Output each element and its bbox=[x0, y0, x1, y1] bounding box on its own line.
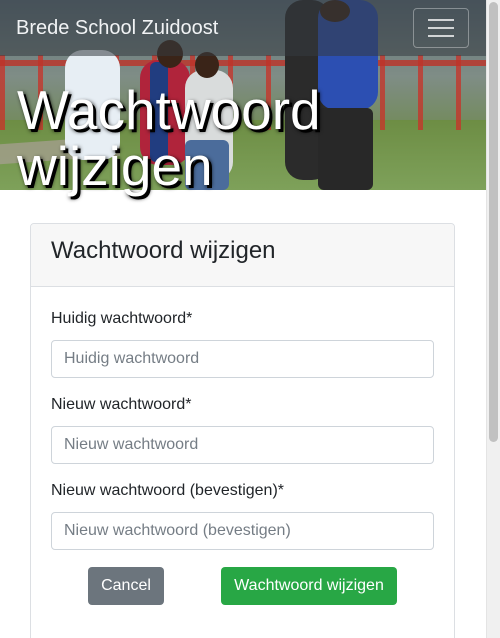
confirm-password-label: Nieuw wachtwoord (bevestigen)* bbox=[51, 482, 284, 499]
brand-link[interactable]: Brede School Zuidoost bbox=[16, 17, 218, 40]
card-title: Wachtwoord wijzigen bbox=[51, 237, 276, 264]
navbar-toggle-button[interactable] bbox=[413, 8, 469, 48]
cancel-button[interactable]: Cancel bbox=[88, 567, 164, 605]
top-navbar: Brede School Zuidoost bbox=[0, 0, 486, 56]
card-header: Wachtwoord wijzigen bbox=[31, 224, 454, 287]
page-scrollbar[interactable] bbox=[486, 0, 500, 638]
scrollbar-thumb[interactable] bbox=[489, 2, 498, 442]
hero-title: Wachtwoord wijzigen bbox=[17, 79, 321, 197]
new-password-label: Nieuw wachtwoord* bbox=[51, 396, 192, 413]
confirm-password-input[interactable] bbox=[51, 512, 434, 550]
current-password-input[interactable] bbox=[51, 340, 434, 378]
new-password-input[interactable] bbox=[51, 426, 434, 464]
change-password-card: Wachtwoord wijzigen Huidig wachtwoord* N… bbox=[30, 223, 455, 638]
current-password-group: Huidig wachtwoord* bbox=[51, 309, 434, 378]
hamburger-menu-icon bbox=[428, 27, 454, 29]
change-password-form: Huidig wachtwoord* Nieuw wachtwoord* Nie… bbox=[31, 287, 454, 627]
change-password-button[interactable]: Wachtwoord wijzigen bbox=[221, 567, 397, 605]
new-password-group: Nieuw wachtwoord* bbox=[51, 395, 434, 464]
hamburger-menu-icon bbox=[428, 19, 454, 21]
confirm-password-group: Nieuw wachtwoord (bevestigen)* bbox=[51, 481, 434, 550]
current-password-label: Huidig wachtwoord* bbox=[51, 310, 193, 327]
form-actions: Cancel Wachtwoord wijzigen bbox=[51, 567, 434, 627]
hamburger-menu-icon bbox=[428, 35, 454, 37]
